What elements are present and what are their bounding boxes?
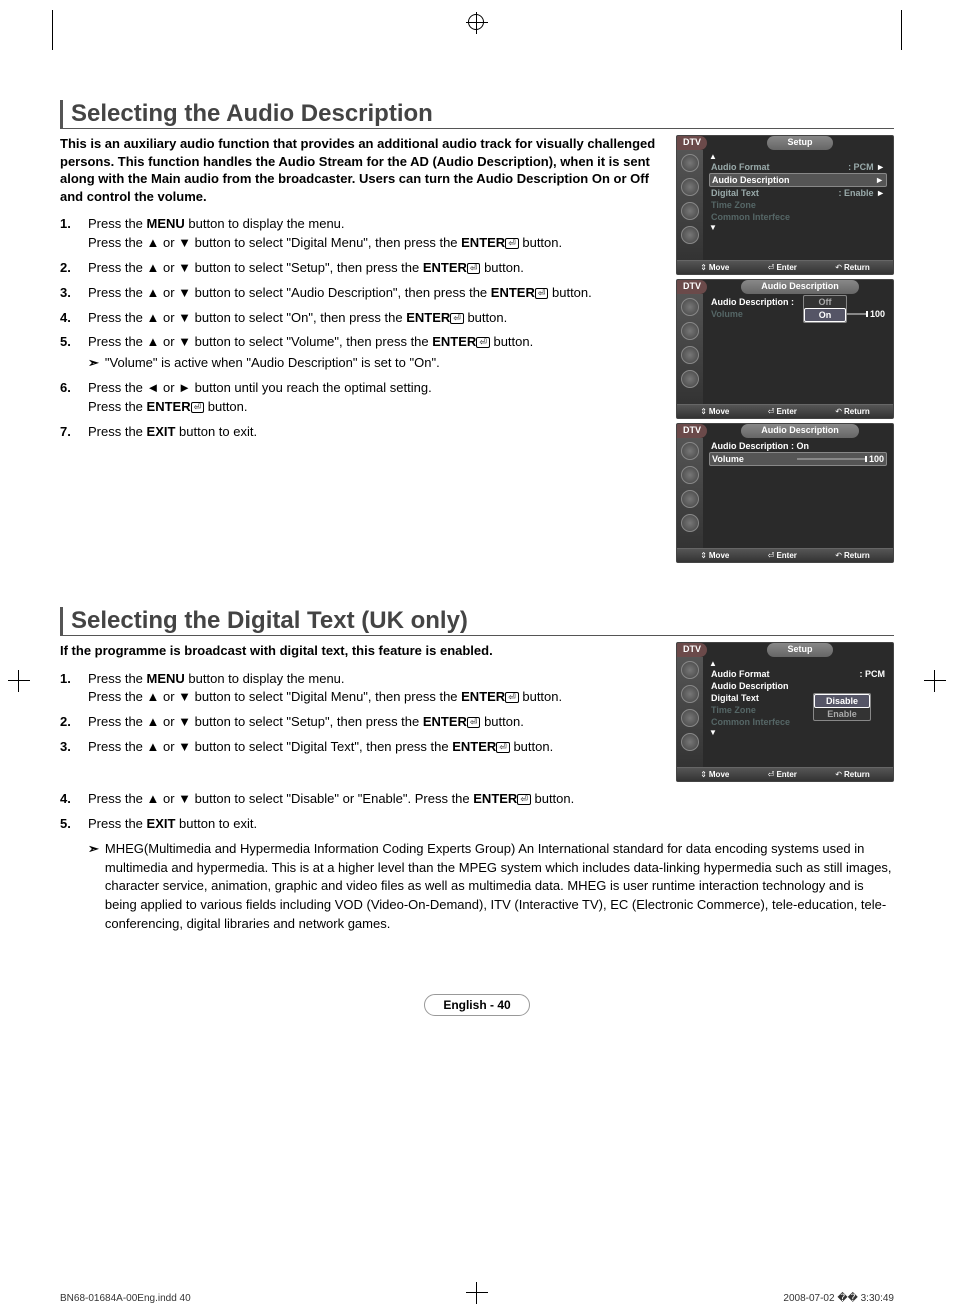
section-lead: This is an auxiliary audio function that… xyxy=(60,135,666,205)
step-item: 4.Press the ▲ or ▼ button to select "Dis… xyxy=(60,790,894,809)
step-item: 7.Press the EXIT button to exit. xyxy=(60,423,666,442)
registration-mark-icon xyxy=(8,670,30,692)
step-item: 5.Press the ▲ or ▼ button to select "Vol… xyxy=(60,333,666,373)
page-number: English - 40 xyxy=(424,994,529,1016)
step-item: 6.Press the ◄ or ► button until you reac… xyxy=(60,379,666,417)
step-item: 1.Press the MENU button to display the m… xyxy=(60,215,666,253)
step-item: 2.Press the ▲ or ▼ button to select "Set… xyxy=(60,259,666,278)
menu-item-audio-description[interactable]: Audio Description► xyxy=(709,173,887,187)
section-digital-text: Selecting the Digital Text (UK only) If … xyxy=(60,607,894,934)
registration-mark-icon xyxy=(466,12,488,34)
dropdown-on-off[interactable]: Off On xyxy=(803,295,847,323)
section-lead: If the programme is broadcast with digit… xyxy=(60,642,666,660)
print-footer: BN68-01684A-00Eng.indd 40 2008-07-02 �� … xyxy=(60,1293,894,1304)
step-item: 4.Press the ▲ or ▼ button to select "On"… xyxy=(60,309,666,328)
osd-audio-description-dropdown: DTVAudio Description Audio Description :… xyxy=(676,279,894,419)
section-title: Selecting the Digital Text (UK only) xyxy=(60,607,894,636)
mheg-note: MHEG(Multimedia and Hypermedia Informati… xyxy=(105,840,894,934)
osd-setup: DTVSetup ▲ Audio Format: PCM ► Audio Des… xyxy=(676,135,894,275)
section-audio-description: Selecting the Audio Description This is … xyxy=(60,100,894,567)
menu-item-volume[interactable]: Volume 100 xyxy=(709,452,887,466)
note-icon: ➣ xyxy=(88,840,99,934)
section-title: Selecting the Audio Description xyxy=(60,100,894,129)
step-item: 2.Press the ▲ or ▼ button to select "Set… xyxy=(60,713,666,732)
step-item: 3.Press the ▲ or ▼ button to select "Aud… xyxy=(60,284,666,303)
osd-setup-digital-text: DTVSetup ▲ Audio Format: PCM Audio Descr… xyxy=(676,642,894,782)
dropdown-disable-enable[interactable]: Disable Enable xyxy=(813,693,871,721)
registration-mark-icon xyxy=(924,670,946,692)
step-item: 3.Press the ▲ or ▼ button to select "Dig… xyxy=(60,738,666,757)
osd-audio-description-volume: DTVAudio Description Audio Description :… xyxy=(676,423,894,563)
step-item: 1.Press the MENU button to display the m… xyxy=(60,670,666,708)
step-item: 5.Press the EXIT button to exit. xyxy=(60,815,894,834)
